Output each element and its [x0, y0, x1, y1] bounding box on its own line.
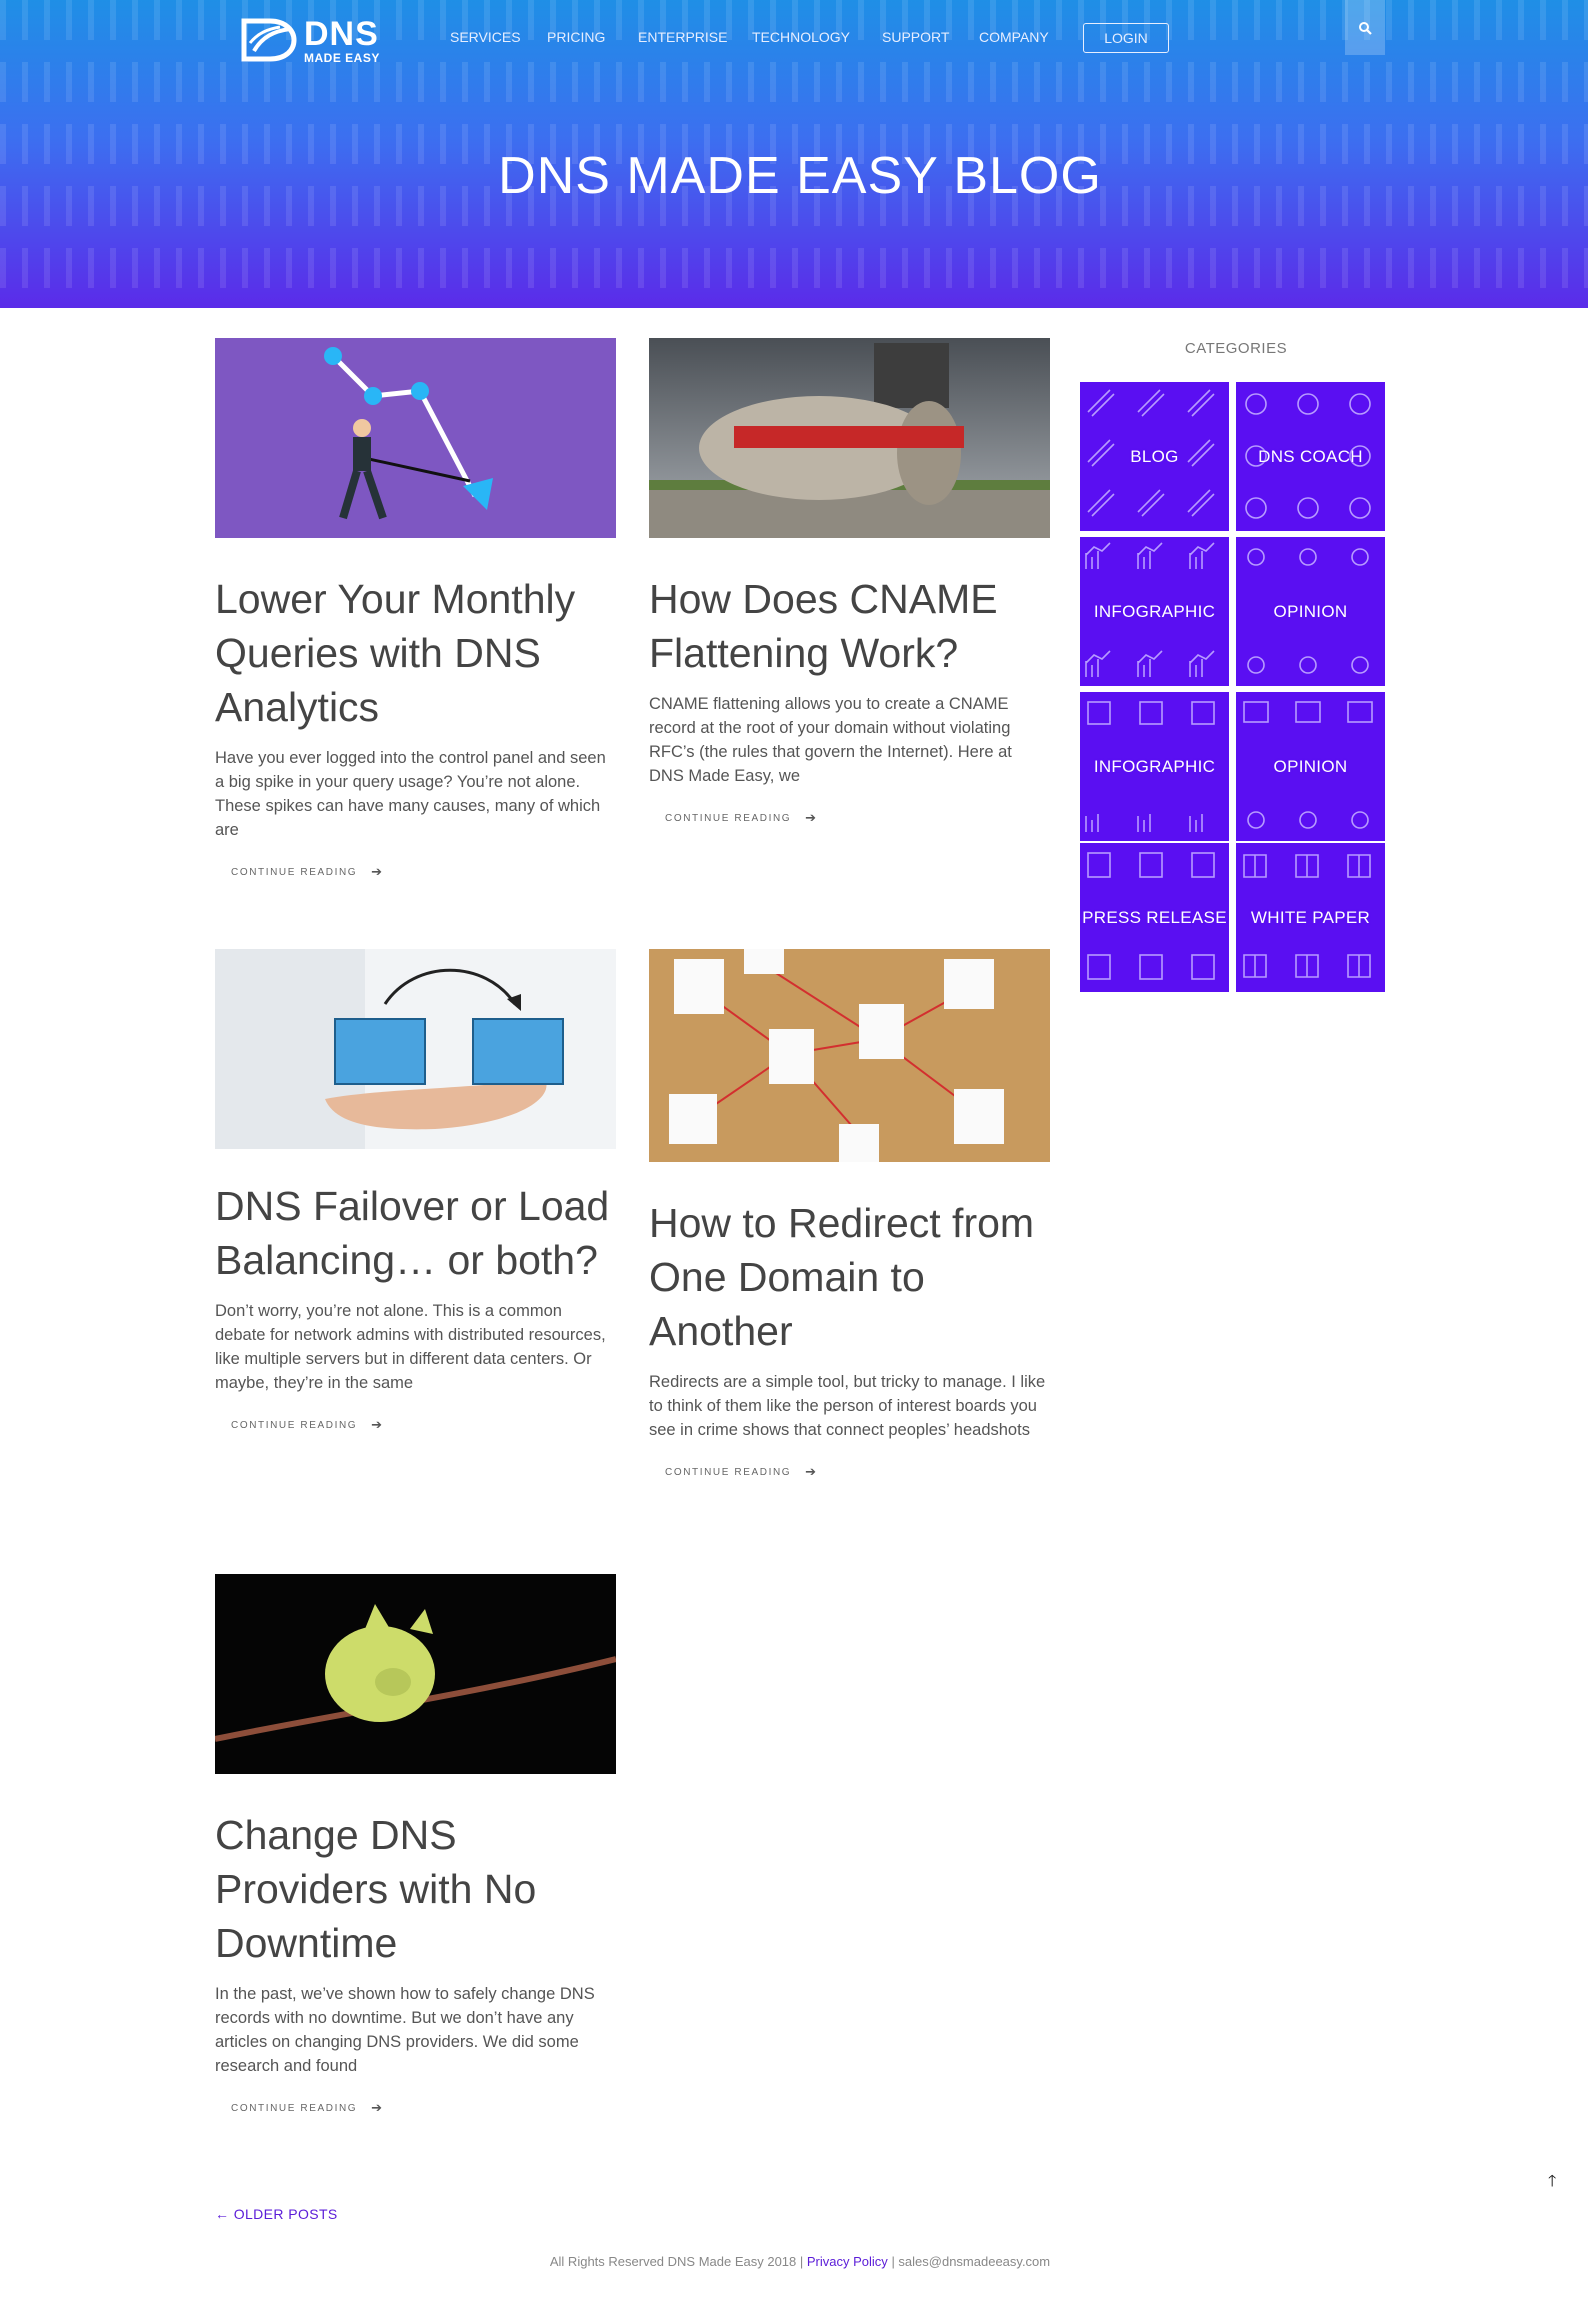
post-card: Lower Your Monthly Queries with DNS Anal…	[215, 338, 616, 880]
nav-company[interactable]: COMPANY	[979, 29, 1049, 45]
post-card: DNS Failover or Load Balancing… or both?…	[215, 949, 616, 1433]
arrow-right-icon: ➔	[371, 2100, 384, 2115]
category-opinion[interactable]: OPINION	[1236, 692, 1385, 841]
nav-support[interactable]: SUPPORT	[882, 29, 949, 45]
scroll-top-icon[interactable]: 🡑	[1548, 2170, 1556, 2197]
continue-reading-label: CONTINUE READING	[665, 1466, 792, 1478]
category-infographic[interactable]: INFOGRAPHIC	[1080, 692, 1229, 841]
category-label: DNS COACH	[1258, 446, 1363, 466]
post-card: Change DNS Providers with No Downtime In…	[215, 1574, 616, 2116]
nav-services[interactable]: SERVICES	[450, 29, 521, 45]
post-image-folders[interactable]	[215, 949, 616, 1149]
arrow-right-icon: ➔	[371, 1417, 384, 1432]
post-card: How to Redirect from One Domain to Anoth…	[649, 949, 1050, 1480]
page-title: DNS MADE EASY BLOG	[498, 147, 1102, 205]
nav-technology[interactable]: TECHNOLOGY	[752, 29, 850, 45]
post-title[interactable]: DNS Failover or Load Balancing… or both?	[215, 1179, 616, 1287]
category-blog[interactable]: BLOG	[1080, 382, 1229, 531]
nav-pricing[interactable]: PRICING	[547, 29, 605, 45]
continue-reading-link[interactable]: CONTINUE READING ➔	[231, 1417, 616, 1433]
category-label: INFOGRAPHIC	[1093, 756, 1216, 776]
category-label: BLOG	[1130, 446, 1179, 466]
search-icon	[1359, 21, 1372, 35]
post-card: How Does CNAME Flattening Work? CNAME fl…	[649, 338, 1050, 826]
continue-reading-link[interactable]: CONTINUE READING ➔	[231, 2100, 616, 2116]
category-dns-coach[interactable]: DNS COACH	[1236, 382, 1385, 531]
post-image-analytics[interactable]	[215, 338, 616, 538]
privacy-policy-link[interactable]: Privacy Policy	[807, 2254, 888, 2269]
post-excerpt: In the past, we’ve shown how to safely c…	[215, 1985, 595, 2075]
contact-email: | sales@dnsmadeeasy.com	[891, 2254, 1051, 2269]
post-image-piggybank[interactable]	[215, 1574, 616, 1774]
post-image-corkboard[interactable]	[649, 949, 1050, 1162]
continue-reading-label: CONTINUE READING	[231, 2102, 358, 2114]
search-button[interactable]	[1345, 0, 1385, 55]
continue-reading-label: CONTINUE READING	[231, 1419, 358, 1431]
logo-tagline: MADE EASY	[304, 50, 380, 65]
continue-reading-link[interactable]: CONTINUE READING ➔	[231, 864, 616, 880]
post-title[interactable]: Lower Your Monthly Queries with DNS Anal…	[215, 572, 616, 734]
arrow-right-icon: ➔	[371, 864, 384, 879]
category-label: OPINION	[1273, 601, 1348, 621]
category-infographic[interactable]: INFOGRAPHIC	[1080, 537, 1229, 686]
logo-icon	[241, 18, 297, 62]
category-opinion[interactable]: OPINION	[1236, 537, 1385, 686]
logo-wordmark: DNS	[304, 14, 379, 53]
continue-reading-label: CONTINUE READING	[665, 812, 792, 824]
continue-reading-link[interactable]: CONTINUE READING ➔	[665, 810, 1050, 826]
post-title[interactable]: How Does CNAME Flattening Work?	[649, 572, 1050, 680]
post-excerpt: Redirects are a simple tool, but tricky …	[649, 1373, 1046, 1439]
category-press-release[interactable]: PRESS RELEASE	[1080, 843, 1229, 992]
post-title[interactable]: How to Redirect from One Domain to Anoth…	[649, 1196, 1050, 1358]
arrow-right-icon: ➔	[805, 1464, 818, 1479]
category-white-paper[interactable]: WHITE PAPER	[1236, 843, 1385, 992]
older-posts-link[interactable]: ← OLDER POSTS	[215, 2206, 338, 2222]
post-image-roller[interactable]	[649, 338, 1050, 538]
post-title[interactable]: Change DNS Providers with No Downtime	[215, 1808, 616, 1970]
categories-heading: CATEGORIES	[1184, 340, 1288, 357]
copyright-text: All Rights Reserved DNS Made Easy 2018 |	[549, 2254, 804, 2269]
category-label: OPINION	[1273, 756, 1348, 776]
site-header: DNS MADE EASY SERVICES PRICING ENTERPRIS…	[0, 0, 1588, 308]
site-footer: All Rights Reserved DNS Made Easy 2018 |…	[0, 2254, 1588, 2269]
nav-enterprise[interactable]: ENTERPRISE	[638, 29, 727, 45]
post-excerpt: CNAME flattening allows you to create a …	[649, 695, 1012, 785]
arrow-right-icon: ➔	[805, 810, 818, 825]
continue-reading-link[interactable]: CONTINUE READING ➔	[665, 1464, 1050, 1480]
category-label: INFOGRAPHIC	[1093, 601, 1216, 621]
category-label: WHITE PAPER	[1250, 907, 1371, 927]
post-excerpt: Don’t worry, you’re not alone. This is a…	[215, 1302, 606, 1392]
site-logo[interactable]: DNS MADE EASY	[240, 16, 416, 64]
category-label: PRESS RELEASE	[1082, 907, 1227, 927]
post-excerpt: Have you ever logged into the control pa…	[215, 749, 606, 839]
continue-reading-label: CONTINUE READING	[231, 866, 358, 878]
login-button[interactable]: LOGIN	[1083, 23, 1169, 53]
